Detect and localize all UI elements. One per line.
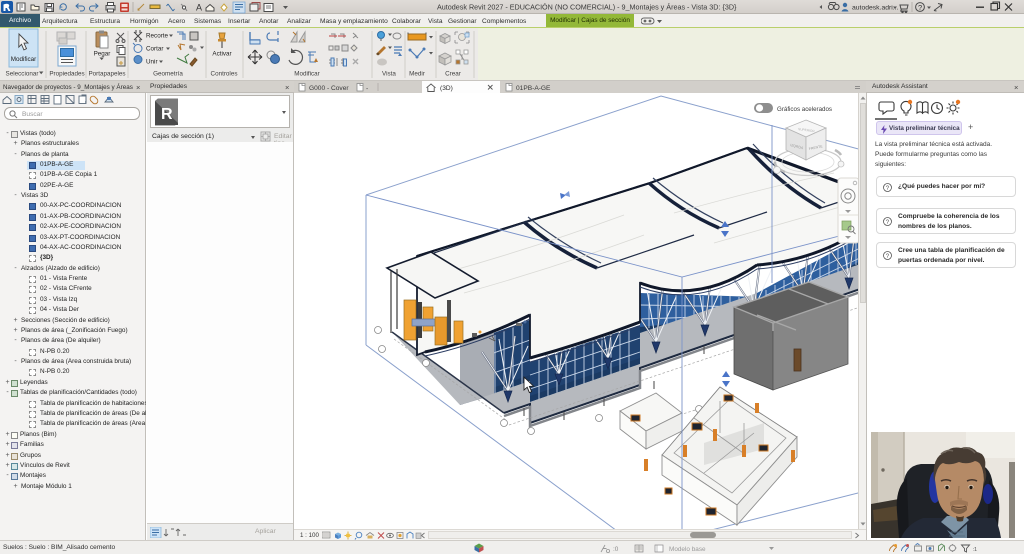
svg-text:Controles: Controles [211,71,238,78]
svg-text:A: A [196,3,202,13]
svg-text:G000 - Cover: G000 - Cover [309,85,349,92]
svg-text:R: R [161,106,173,123]
svg-text:Activar: Activar [212,51,231,58]
svg-text:Modificar: Modificar [11,56,37,63]
svg-text:Gráficos acelerados: Gráficos acelerados [777,106,832,113]
svg-text:Cortar: Cortar [146,46,164,53]
svg-text:Crear: Crear [445,71,461,78]
svg-text:(3D): (3D) [440,85,453,92]
svg-text:?: ? [918,3,922,12]
svg-text:Medir: Medir [409,71,425,78]
svg-text:Modelo base: Modelo base [669,546,706,553]
svg-text::0: :0 [613,546,619,553]
svg-text:Modificar: Modificar [294,71,320,78]
svg-text:-: - [366,86,368,93]
svg-text:Portapapeles: Portapapeles [88,71,125,78]
svg-text:Unir: Unir [146,59,158,66]
svg-text:Autodesk Revit 2027 - EDUCACIÓ: Autodesk Revit 2027 - EDUCACIÓN (NO COME… [437,3,737,12]
svg-text:01PB-A-GE: 01PB-A-GE [516,85,551,92]
svg-text:Vista: Vista [382,71,396,78]
svg-text:Seleccionar: Seleccionar [6,71,39,78]
svg-text:Pegar: Pegar [94,51,111,58]
svg-text::1: :1 [973,547,978,553]
svg-text:Geometría: Geometría [153,71,183,78]
svg-text:Propiedades: Propiedades [49,71,84,78]
svg-text:Recorte: Recorte [146,33,169,40]
svg-text:autodesk.adri...: autodesk.adri... [852,5,899,12]
